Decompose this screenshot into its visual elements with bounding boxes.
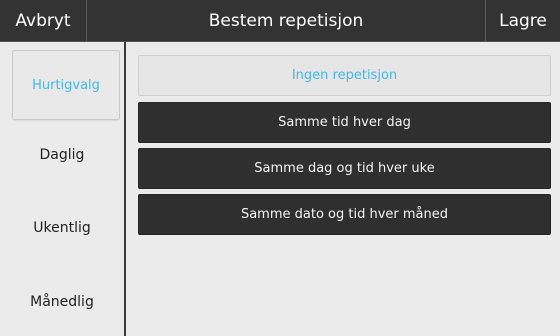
page-title: Bestem repetisjon (208, 11, 364, 31)
sidebar-item-manedlig[interactable]: Månedlig (0, 273, 124, 331)
option-same-time-daily[interactable]: Samme tid hver dag (138, 102, 551, 143)
sidebar-item-ukentlig[interactable]: Ukentlig (0, 199, 124, 257)
save-button[interactable]: Lagre (485, 0, 560, 42)
option-no-repeat[interactable]: Ingen repetisjon (138, 55, 551, 96)
option-same-date-monthly[interactable]: Samme dato og tid hver måned (138, 194, 551, 235)
option-same-day-weekly[interactable]: Samme dag og tid hver uke (138, 148, 551, 189)
top-bar: Avbryt Bestem repetisjon Lagre (0, 0, 560, 42)
sidebar: Hurtigvalg Daglig Ukentlig Månedlig (0, 42, 124, 336)
options-panel: Ingen repetisjon Samme tid hver dag Samm… (126, 42, 560, 336)
sidebar-item-hurtigvalg[interactable]: Hurtigvalg (12, 50, 120, 120)
cancel-button[interactable]: Avbryt (0, 0, 87, 42)
sidebar-item-daglig[interactable]: Daglig (0, 126, 124, 184)
